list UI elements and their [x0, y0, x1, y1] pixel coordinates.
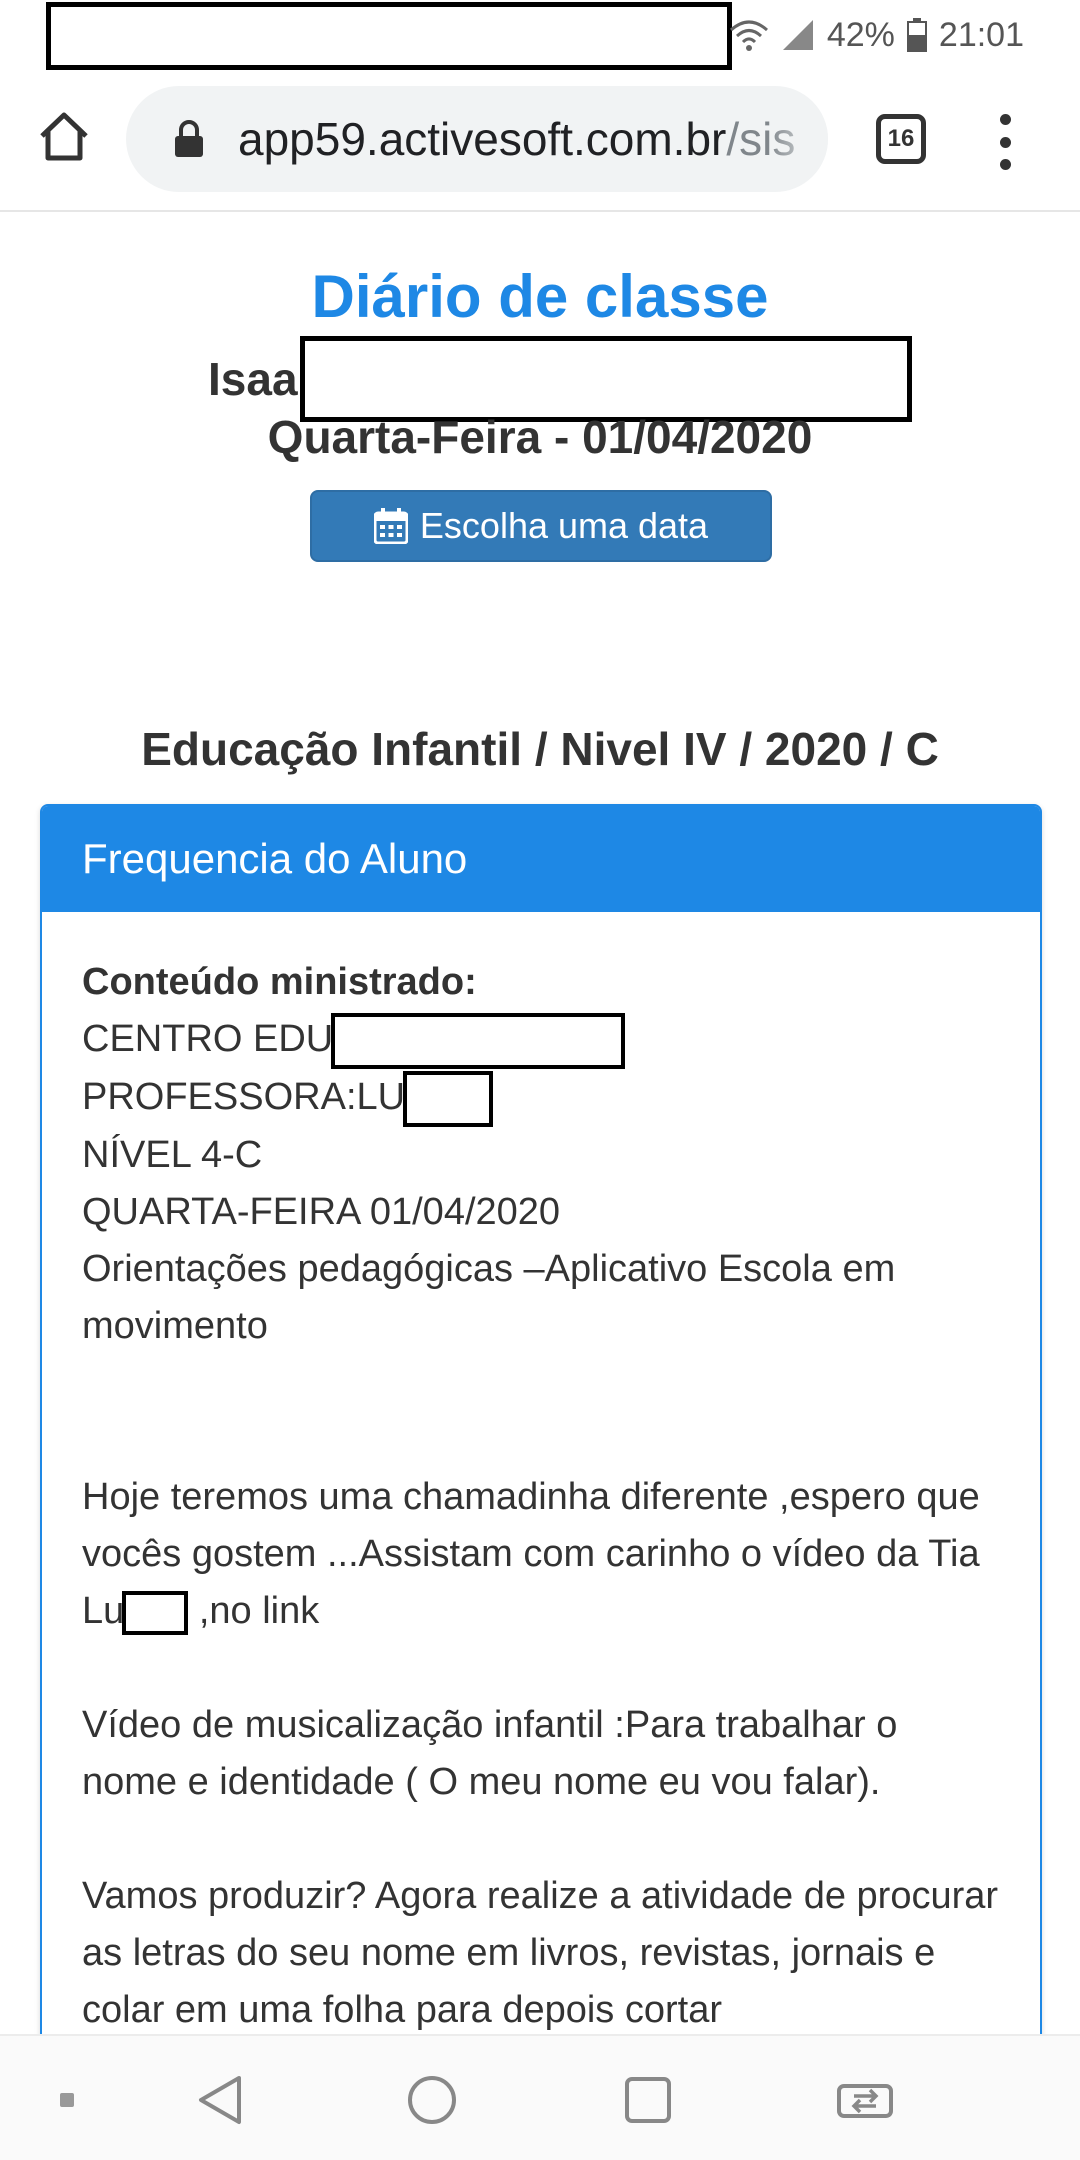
choose-date-button[interactable]: Escolha uma data: [310, 490, 772, 562]
content-label: Conteúdo ministrado:: [82, 961, 477, 1003]
address-bar[interactable]: app59.activesoft.com.br/sis: [126, 86, 828, 192]
recents-icon: [625, 2077, 671, 2123]
content-line-orientacoes: Orientações pedagógicas –Aplicativo Esco…: [82, 1247, 896, 1347]
choose-date-label: Escolha uma data: [419, 505, 709, 546]
content-line-nivel: NÍVEL 4-C: [82, 1133, 263, 1176]
status-indicators: 42% 21:01: [729, 10, 1024, 60]
panel-header: Frequencia do Aluno: [42, 806, 1040, 912]
student-name: Isaa: [208, 353, 298, 405]
content-line-data: QUARTA-FEIRA 01/04/2020: [82, 1190, 561, 1233]
menu-dot: [999, 159, 1011, 170]
panel-title: Frequencia do Aluno: [82, 835, 468, 882]
dot-icon: [60, 2093, 74, 2107]
home-circle-icon: [408, 2076, 456, 2124]
content-paragraph-video: Vídeo de musicalização infantil :Para tr…: [82, 1703, 898, 1803]
nav-recents-button[interactable]: [618, 2070, 678, 2130]
lock-icon: [175, 120, 203, 157]
chamadinha-link-text: ,no link: [198, 1589, 320, 1632]
signal-icon: [781, 18, 815, 52]
panel-body: Conteúdo ministrado: CENTRO EDU PROFESSO…: [42, 912, 1040, 2039]
professora-text: PROFESSORA:LU: [82, 1075, 406, 1118]
class-path: Educação Infantil / Nivel IV / 2020 / C: [141, 723, 939, 775]
wifi-icon: [729, 18, 769, 52]
tab-count: 16: [887, 125, 915, 152]
system-navigation-bar: [0, 2034, 1080, 2160]
menu-dot: [999, 136, 1011, 148]
nav-home-button[interactable]: [402, 2070, 462, 2130]
url-fade: [768, 86, 828, 192]
clock: 21:01: [938, 15, 1024, 54]
home-icon: [40, 112, 88, 161]
home-button[interactable]: [36, 108, 92, 164]
nav-switch-button[interactable]: [832, 2070, 898, 2130]
attendance-panel: Frequencia do Aluno Conteúdo ministrado:…: [40, 804, 1042, 2104]
battery-percent: 42%: [826, 15, 895, 54]
url-host: app59.activesoft.com.br: [238, 113, 727, 165]
nav-back-button[interactable]: [190, 2070, 250, 2130]
content-paragraph-chamadinha: Hoje teremos uma chamadinha diferente ,e…: [82, 1469, 1000, 1640]
redacted-school-name: [331, 1012, 626, 1069]
content-line-professora: PROFESSORA:LU: [82, 1069, 1000, 1127]
redacted-notification-area: [46, 2, 732, 70]
day-date: Quarta-Feira - 01/04/2020: [267, 411, 813, 463]
browser-toolbar: app59.activesoft.com.br/sis 16: [0, 70, 1080, 212]
battery-icon: [906, 18, 927, 52]
back-icon: [199, 2076, 241, 2124]
tab-switcher-button[interactable]: 16: [876, 114, 926, 164]
content-line-centro: CENTRO EDU: [82, 1011, 1000, 1069]
screen-switch-icon: [837, 2084, 893, 2118]
page-title: Diário de classe: [311, 263, 769, 330]
status-bar: 42% 21:01: [0, 0, 1080, 70]
more-menu-button[interactable]: [990, 114, 1020, 170]
centro-text: CENTRO EDU: [82, 1018, 334, 1060]
url-text: app59.activesoft.com.br/sis: [238, 112, 795, 166]
nav-dot-indicator: [52, 2070, 82, 2130]
calendar-icon: [373, 508, 408, 544]
menu-dot: [999, 114, 1011, 125]
redacted-teacher-name-2: [122, 1590, 189, 1635]
redacted-teacher-name: [403, 1070, 494, 1127]
content-paragraph-produzir: Vamos produzir? Agora realize a atividad…: [82, 1874, 999, 2031]
